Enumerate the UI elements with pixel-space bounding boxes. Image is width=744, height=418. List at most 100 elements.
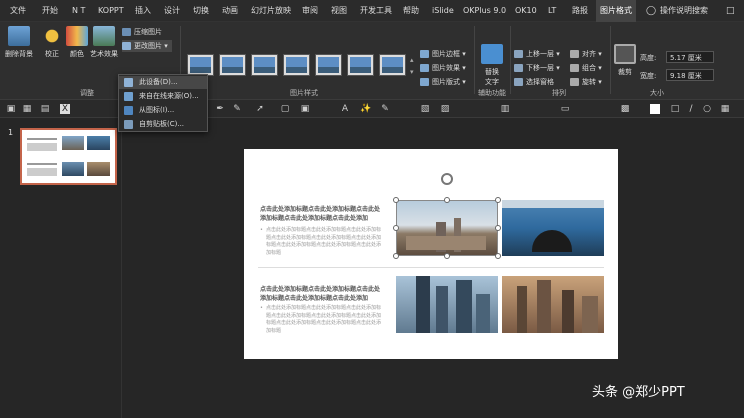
block2-title[interactable]: 点击此处添加标题点击此处添加标题点击此处添加标题点击此处添加标题点击此处添加 [260, 285, 385, 303]
correct-button[interactable]: 校正 [40, 26, 64, 59]
pencil-icon[interactable]: ✎ [232, 104, 242, 114]
photo-city-dusk[interactable] [502, 276, 604, 333]
from-clipboard-label: 自剪贴板(C)... [139, 120, 185, 128]
resize-handle-tr[interactable] [495, 197, 501, 203]
color-button[interactable]: 颜色 [66, 26, 88, 59]
fill-white-icon[interactable] [650, 104, 660, 114]
from-clipboard-item[interactable]: 自剪贴板(C)... [119, 118, 207, 131]
picture-border-button[interactable]: 图片边框 ▾ [420, 48, 466, 60]
line-icon[interactable]: / [686, 104, 696, 114]
photo-helicopter-cockpit[interactable] [502, 200, 604, 256]
selection-pane-button[interactable]: 选择窗格 [514, 76, 554, 88]
resize-icon[interactable]: ▨ [440, 104, 450, 114]
remove-background-button[interactable]: 删除背景 [4, 26, 34, 59]
picture-style-4[interactable] [283, 54, 310, 76]
menu-review[interactable]: 审阅 [302, 0, 318, 22]
circle-icon[interactable]: ○ [702, 104, 712, 114]
slide-canvas[interactable]: 点击此处添加标题点击此处添加标题点击此处添加标题点击此处添加标题点击此处添加 •… [244, 149, 618, 359]
picture-style-2[interactable] [219, 54, 246, 76]
brush-icon[interactable]: ✎ [380, 104, 390, 114]
picture-layout-button[interactable]: 图片版式 ▾ [420, 76, 466, 88]
menu-nt[interactable]: N T [72, 0, 85, 22]
resize-handle-tm[interactable] [444, 197, 450, 203]
menu-slideshow[interactable]: 幻灯片放映 [251, 0, 291, 22]
block2-body[interactable]: • 点击此处添加标题点击此处添加标题点击此处添加标题点击此处添加标题点击此处添加标… [260, 305, 385, 335]
menu-design[interactable]: 设计 [164, 0, 180, 22]
grid-icon[interactable]: ▦ [22, 104, 32, 114]
group-icon[interactable]: ▩ [620, 104, 630, 114]
block1-body[interactable]: • 点击此处添加标题点击此处添加标题点击此处添加标题点击此处添加标题点击此处添加标… [260, 227, 385, 257]
menu-koppt[interactable]: KOPPT [98, 0, 124, 22]
quick-toolbar: ▣ ▦ ▤ X ✒ ✎ ➚ ▢ ▣ A ✨ ✎ ▧ ▨ ▥ ▭ ▩ □ / ○ … [0, 100, 744, 118]
resize-handle-bm[interactable] [444, 253, 450, 259]
from-online-item[interactable]: 来自在线来源(O)... [119, 90, 207, 103]
block1-title[interactable]: 点击此处添加标题点击此处添加标题点击此处添加标题点击此处添加标题点击此处添加 [260, 205, 385, 223]
menu-file[interactable]: 文件 [10, 0, 26, 22]
picture-style-5[interactable] [315, 54, 342, 76]
align-button[interactable]: 对齐 ▾ [570, 48, 602, 60]
layout-icon [420, 78, 429, 86]
wand-icon[interactable]: ✨ [360, 104, 371, 114]
lock-icon[interactable]: ▣ [6, 104, 16, 114]
art-effect-button[interactable]: 艺术效果 [88, 26, 120, 59]
square-icon[interactable]: ▢ [280, 104, 290, 114]
menu-islide[interactable]: iSlide [432, 0, 454, 22]
send-backward-button[interactable]: 下移一层 ▾ [514, 62, 560, 74]
icons-icon [124, 106, 133, 115]
menu-okplus[interactable]: OKPlus 9.0 [463, 0, 506, 22]
text-a-icon[interactable]: A [340, 104, 350, 114]
align-center-icon[interactable]: ▥ [500, 104, 510, 114]
height-input[interactable]: 5.17 厘米 [666, 51, 714, 63]
photo-skyscrapers[interactable] [396, 276, 498, 333]
picture-style-1[interactable] [187, 54, 214, 76]
accessibility-group-label: 辅助功能 [478, 89, 506, 97]
alt-text-button[interactable]: 替换 文字 [480, 44, 504, 87]
picture-style-6[interactable] [347, 54, 374, 76]
distribute-icon[interactable]: ▭ [560, 104, 570, 114]
from-online-label: 来自在线来源(O)... [139, 92, 199, 100]
width-input[interactable]: 9.18 厘米 [666, 69, 714, 81]
picture-style-7[interactable] [379, 54, 406, 76]
menu-insert[interactable]: 插入 [135, 0, 151, 22]
menu-animations[interactable]: 动画 [222, 0, 238, 22]
menu-home[interactable]: 开始 [42, 0, 58, 22]
rect-outline-icon[interactable]: □ [670, 104, 680, 114]
gallery-more-icon[interactable]: ▴ ▾ [410, 54, 414, 76]
align-left-icon[interactable]: ▤ [40, 104, 50, 114]
menu-ok10[interactable]: OK10 [515, 0, 537, 22]
crop-button[interactable]: 裁剪 [614, 44, 636, 77]
menu-help[interactable]: 帮助 [403, 0, 419, 22]
adjust-group-label: 调整 [80, 89, 94, 97]
layers-icon[interactable]: ▧ [420, 104, 430, 114]
crop-small-icon[interactable]: ▣ [300, 104, 310, 114]
compress-pictures-button[interactable]: 压缩图片 [122, 26, 162, 38]
menu-picture-format[interactable]: 图片格式 [596, 0, 636, 22]
search-tell-me[interactable]: 操作说明搜索 [660, 0, 708, 22]
x-icon[interactable]: X [60, 104, 70, 114]
resize-handle-tl[interactable] [393, 197, 399, 203]
eyedropper-icon[interactable]: ➚ [255, 104, 265, 114]
picture-effects-button[interactable]: 图片效果 ▾ [420, 62, 466, 74]
resize-handle-mr[interactable] [495, 225, 501, 231]
comment-icon[interactable]: □ [726, 0, 735, 22]
rotate-handle-icon[interactable] [441, 173, 453, 185]
menu-transitions[interactable]: 切换 [193, 0, 209, 22]
resize-handle-ml[interactable] [393, 225, 399, 231]
pen-icon[interactable]: ✒ [215, 104, 225, 114]
resize-handle-br[interactable] [495, 253, 501, 259]
bring-forward-button[interactable]: 上移一层 ▾ [514, 48, 560, 60]
menu-view[interactable]: 视图 [331, 0, 347, 22]
menu-lubao[interactable]: 路报 [572, 0, 588, 22]
from-this-device-item[interactable]: 此设备(D)... [119, 76, 207, 89]
resize-handle-bl[interactable] [393, 253, 399, 259]
from-icons-item[interactable]: 从图标(I)... [119, 104, 207, 117]
slide-thumbnail[interactable] [20, 128, 117, 185]
group-button[interactable]: 组合 ▾ [570, 62, 602, 74]
rotate-label: 旋转 [582, 78, 596, 86]
change-picture-button[interactable]: 更改图片 ▾ [122, 40, 172, 52]
menu-lt[interactable]: LT [548, 0, 556, 22]
grid-small-icon[interactable]: ▦ [720, 104, 730, 114]
rotate-button[interactable]: 旋转 ▾ [570, 76, 602, 88]
menu-developer[interactable]: 开发工具 [360, 0, 392, 22]
picture-style-3[interactable] [251, 54, 278, 76]
